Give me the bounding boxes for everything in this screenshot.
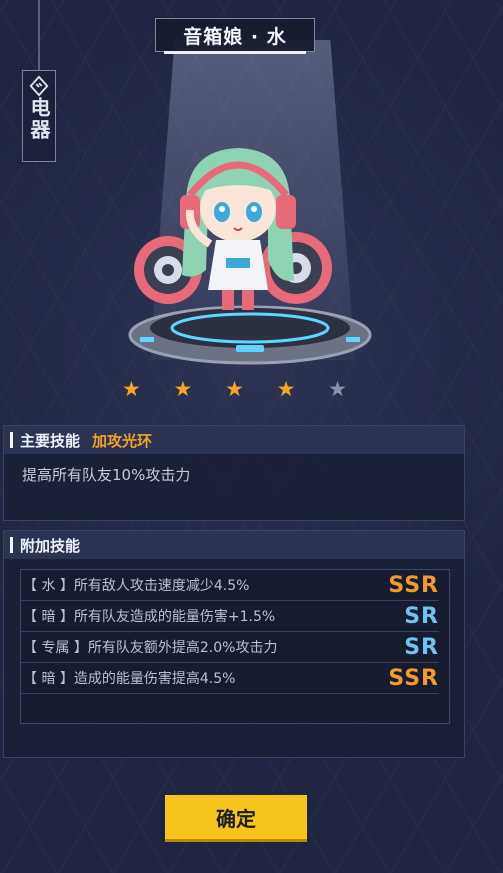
extra-skills-panel: 附加技能 【 水 】所有敌人攻击速度减少4.5% SSR 【 暗 】所有队友造成… <box>3 530 465 758</box>
extra-skills-header: 附加技能 <box>4 531 464 559</box>
header-bar <box>10 537 13 553</box>
extra-skill-text: 【 暗 】造成的能量伤害提高4.5% <box>23 671 236 687</box>
list-item: 【 暗 】造成的能量伤害提高4.5% SSR <box>21 663 439 694</box>
extra-skill-text: 【 暗 】所有队友造成的能量伤害+1.5% <box>23 609 276 625</box>
main-skill-header: 主要技能 加攻光环 <box>4 426 464 454</box>
character-figure <box>128 148 372 365</box>
character-name-plate: 音箱娘 · 水 <box>155 18 315 54</box>
extra-skill-rank: SSR <box>388 572 439 598</box>
extra-skill-text: 【 水 】所有敌人攻击速度减少4.5% <box>23 578 250 594</box>
list-item: 【 水 】所有敌人攻击速度减少4.5% SSR <box>21 570 439 601</box>
main-skill-panel: 主要技能 加攻光环 提高所有队友10%攻击力 <box>3 425 465 521</box>
star-filled-icon: ★ <box>173 377 193 401</box>
extra-skills-list: 【 水 】所有敌人攻击速度减少4.5% SSR 【 暗 】所有队友造成的能量伤害… <box>20 569 450 724</box>
star-filled-icon: ★ <box>225 377 244 401</box>
extra-skill-rank: SSR <box>388 665 439 691</box>
category-hanger-line <box>38 0 40 70</box>
list-item: 【 专属 】所有队友额外提高2.0%攻击力 SR <box>21 632 439 663</box>
list-item: 【 暗 】所有队友造成的能量伤害+1.5% SR <box>21 601 439 632</box>
header-bar <box>10 432 13 448</box>
extra-skill-text: 【 专属 】所有队友额外提高2.0%攻击力 <box>23 640 278 656</box>
character-name: 音箱娘 · 水 <box>183 25 287 48</box>
main-skill-description: 提高所有队友10%攻击力 <box>22 466 191 484</box>
extra-skills-title: 附加技能 <box>20 536 81 555</box>
star-empty-icon: ★ <box>328 377 347 401</box>
extra-skill-rank: SR <box>404 634 439 660</box>
category-label: 电器 <box>27 97 51 141</box>
star-rating: ★ ★ ★ ★ ★ <box>122 376 347 402</box>
main-skill-title: 主要技能 <box>20 431 81 450</box>
star-filled-icon: ★ <box>276 377 296 401</box>
electric-plug-icon <box>29 75 49 97</box>
main-skill-name: 加攻光环 <box>92 431 153 450</box>
confirm-button[interactable]: 确定 <box>165 795 307 839</box>
star-filled-icon: ★ <box>122 377 141 401</box>
extra-skill-rank: SR <box>404 603 439 629</box>
category-tag: 电器 <box>22 70 56 162</box>
